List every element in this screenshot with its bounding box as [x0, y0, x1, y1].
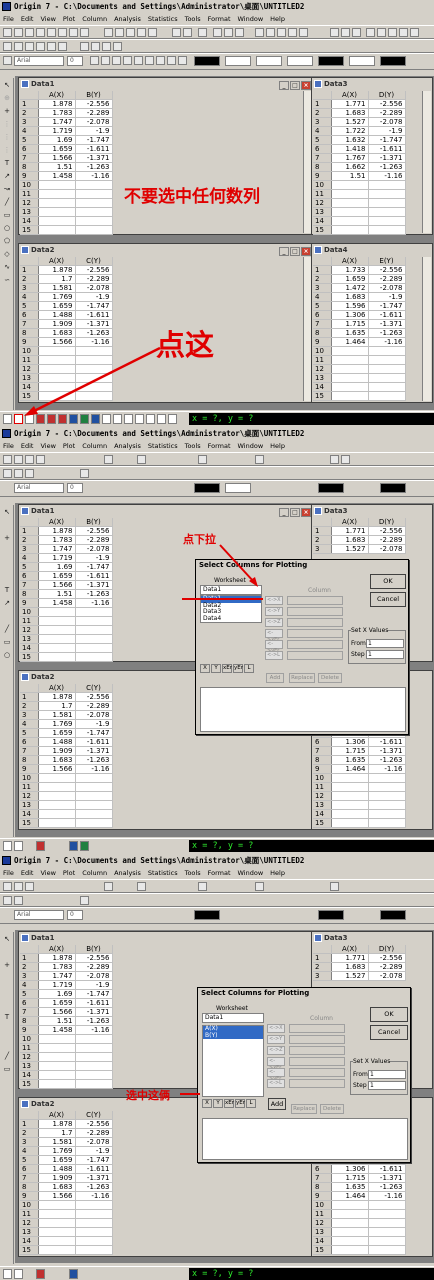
annotation-arrow — [24, 346, 161, 416]
annotation-arrow — [180, 1093, 200, 1095]
screenshot-step-3: Origin 7 - C:\Documents and Settings\Adm… — [0, 854, 434, 1280]
screenshot-step-1: Origin 7 - C:\Documents and Settings\Adm… — [0, 0, 434, 427]
screenshot-step-2: Origin 7 - C:\Documents and Settings\Adm… — [0, 427, 434, 854]
annotation-arrow — [182, 544, 263, 600]
